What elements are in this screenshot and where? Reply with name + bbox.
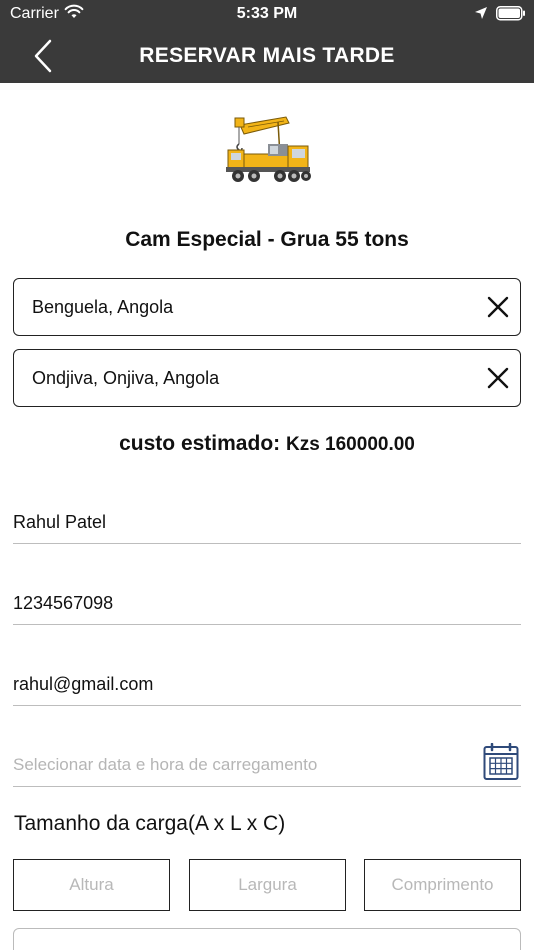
status-bar: Carrier 5:33 PM [0, 0, 534, 28]
height-placeholder: Altura [69, 875, 114, 894]
loading-date-placeholder: Selecionar data e hora de carregamento [13, 755, 318, 774]
header-bar: RESERVAR MAIS TARDE [0, 28, 534, 83]
length-placeholder: Comprimento [391, 875, 494, 894]
location-arrow-icon [474, 6, 488, 25]
calendar-icon[interactable] [483, 742, 519, 781]
name-value: Rahul Patel [13, 512, 107, 532]
phone-value: 1234567098 [13, 593, 114, 613]
height-input[interactable]: Altura [13, 859, 170, 911]
next-field-partial[interactable] [13, 928, 521, 950]
clock-time: 5:33 PM [236, 5, 298, 22]
close-icon[interactable] [486, 295, 510, 319]
pickup-location-value: Benguela, Angola [32, 297, 174, 317]
battery-icon [496, 6, 526, 26]
estimated-cost-amount: Kzs 160000.00 [285, 434, 415, 455]
crane-truck-icon [218, 112, 314, 186]
cargo-size-label: Tamanho da carga(A x L x C) [14, 812, 286, 835]
loading-date-field[interactable]: Selecionar data e hora de carregamento [13, 742, 521, 787]
page-title: RESERVAR MAIS TARDE [139, 44, 395, 67]
phone-field[interactable]: 1234567098 [13, 581, 521, 625]
pickup-location-field[interactable]: Benguela, Angola [13, 278, 521, 336]
vehicle-name: Cam Especial - Grua 55 tons [125, 228, 409, 251]
name-field[interactable]: Rahul Patel [13, 500, 521, 544]
dropoff-location-value: Ondjiva, Onjiva, Angola [32, 368, 220, 388]
email-field[interactable]: rahul@gmail.com [13, 662, 521, 706]
width-placeholder: Largura [238, 875, 297, 894]
dropoff-location-field[interactable]: Ondjiva, Onjiva, Angola [13, 349, 521, 407]
width-input[interactable]: Largura [189, 859, 346, 911]
estimated-cost-label: custo estimado: [119, 432, 281, 455]
close-icon[interactable] [486, 366, 510, 390]
length-input[interactable]: Comprimento [364, 859, 521, 911]
email-value: rahul@gmail.com [13, 674, 154, 694]
estimated-cost: custo estimado: Kzs 160000.00 [0, 432, 534, 456]
